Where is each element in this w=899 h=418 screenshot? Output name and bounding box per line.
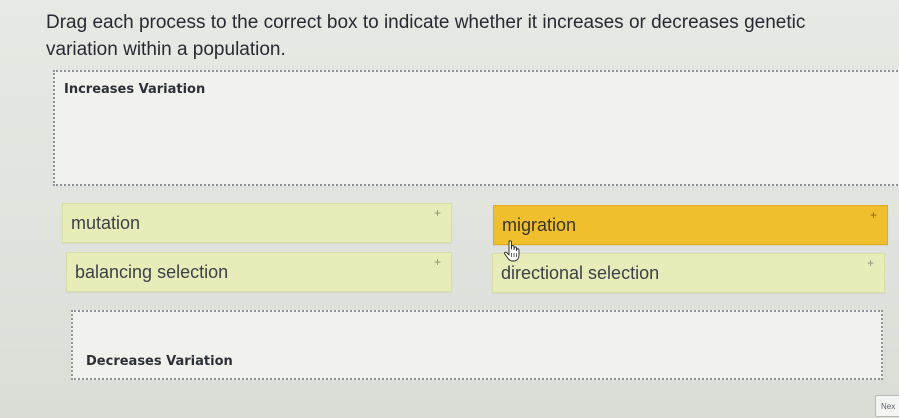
card-mutation[interactable]: mutation +	[62, 203, 452, 243]
card-directional-selection[interactable]: directional selection +	[492, 253, 885, 293]
move-icon: +	[433, 255, 441, 269]
card-label: migration	[502, 215, 577, 235]
decreases-variation-dropzone[interactable]: Decreases Variation	[71, 310, 883, 380]
next-button[interactable]: Nex	[875, 395, 899, 417]
move-icon: +	[869, 208, 877, 222]
card-balancing-selection[interactable]: balancing selection +	[66, 252, 452, 292]
move-icon: +	[433, 206, 441, 220]
increases-variation-dropzone[interactable]: Increases Variation	[53, 70, 899, 186]
card-migration[interactable]: migration +	[493, 205, 888, 245]
question-instruction: Drag each process to the correct box to …	[46, 12, 806, 60]
card-label: mutation	[71, 213, 141, 233]
card-label: directional selection	[501, 263, 660, 283]
decreases-variation-label: Decreases Variation	[86, 354, 233, 369]
card-label: balancing selection	[75, 262, 229, 282]
hand-cursor-icon	[504, 240, 520, 262]
increases-variation-label: Increases Variation	[64, 82, 206, 97]
move-icon: +	[866, 256, 874, 270]
